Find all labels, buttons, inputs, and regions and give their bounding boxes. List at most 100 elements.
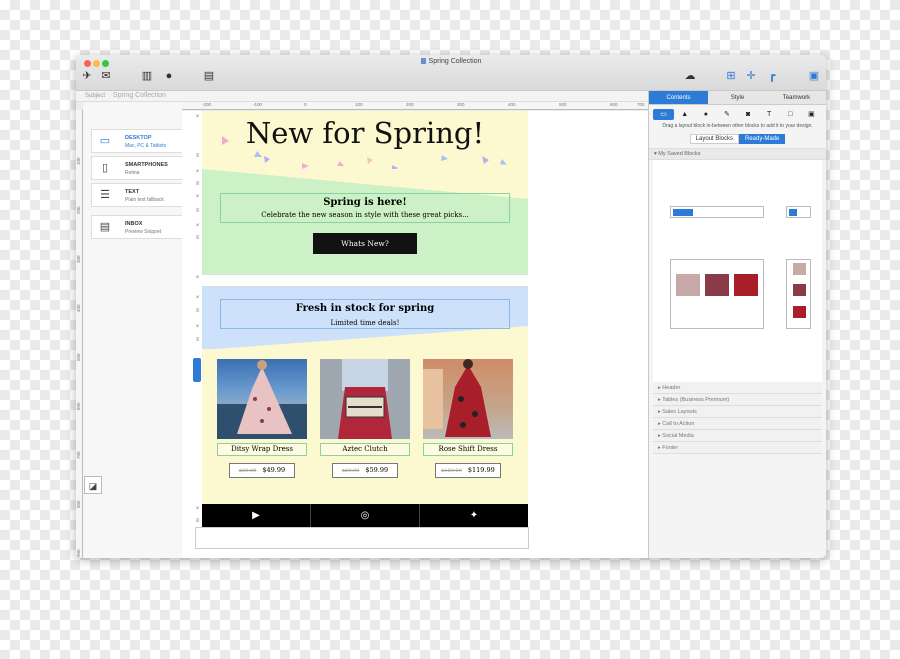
layout-icon[interactable]: ⊞ <box>723 69 739 83</box>
shape-icon[interactable]: ▲ <box>674 109 695 120</box>
row-close-icon[interactable]: × <box>194 295 201 302</box>
ruler-label: 200 <box>76 206 81 214</box>
row-close-icon[interactable]: × <box>194 324 201 331</box>
whats-new-button[interactable]: Whats New? <box>313 233 417 254</box>
saved-blocks-area <box>653 160 822 382</box>
check-icon[interactable]: ● <box>161 69 177 83</box>
old-price: $159.99 <box>441 468 462 474</box>
camera-icon[interactable]: ◙ <box>738 109 759 120</box>
category-item[interactable]: ▸ Social Media <box>653 430 822 442</box>
fresh-box[interactable]: Fresh in stock for spring Limited time d… <box>220 299 510 329</box>
category-item[interactable]: ▸ Header <box>653 382 822 394</box>
ready-made-button[interactable]: Ready-Made <box>739 134 786 144</box>
layout-block-icon[interactable]: ▭ <box>653 109 675 120</box>
saved-block-thumb[interactable] <box>670 206 764 218</box>
tab-contents[interactable]: Contents <box>649 91 708 104</box>
row-close-icon[interactable]: × <box>194 223 201 230</box>
device-inbox[interactable]: ▤ INBOX Preview Snippet <box>91 215 185 239</box>
saved-block-thumb[interactable] <box>670 259 764 329</box>
sidebar-icon[interactable]: ▣ <box>806 69 822 83</box>
row-close-icon[interactable]: × <box>194 169 201 176</box>
product-price[interactable]: $69.99 $59.99 <box>332 463 398 478</box>
tab-teamwork[interactable]: Teamwork <box>767 91 826 104</box>
spring-title[interactable]: Spring is here! <box>221 197 509 208</box>
category-item[interactable]: ▸ Footer <box>653 442 822 454</box>
canvas-corner-icon[interactable]: ◪ <box>84 476 102 494</box>
box-icon[interactable]: □ <box>780 109 801 120</box>
fresh-subtitle[interactable]: Limited time deals! <box>221 319 509 327</box>
youtube-icon[interactable]: ▶ <box>202 504 311 527</box>
row-drag-icon[interactable]: ≡ <box>194 308 201 315</box>
row-close-icon[interactable]: × <box>194 114 201 121</box>
row-drag-icon[interactable]: ≡ <box>194 518 201 525</box>
spring-subtitle[interactable]: Celebrate the new season in style with t… <box>221 211 509 219</box>
row-drag-icon[interactable]: ≡ <box>194 181 201 188</box>
device-smartphones[interactable]: ▯ SMARTPHONES Retina <box>91 156 185 180</box>
row-drag-icon[interactable]: ≡ <box>194 337 201 344</box>
category-item[interactable]: ▸ Sales Layouts <box>653 406 822 418</box>
corner-icon[interactable]: ┏ <box>764 69 780 83</box>
row-close-icon[interactable]: × <box>194 506 201 513</box>
move-icon[interactable]: ✛ <box>743 69 759 83</box>
device-desktop[interactable]: ▭ DESKTOP Mac, PC & Tablets <box>91 129 185 153</box>
old-price: $69.99 <box>341 468 360 474</box>
device-sub: Preview Snippet <box>125 229 162 235</box>
row-close-icon[interactable]: × <box>194 194 201 201</box>
brush-icon[interactable]: ✎ <box>716 109 737 120</box>
block-drag-handle[interactable] <box>193 358 201 382</box>
fresh-title[interactable]: Fresh in stock for spring <box>221 303 509 314</box>
subject-field[interactable]: Spring Collection <box>113 92 166 99</box>
category-label: Sales Layouts <box>662 409 697 415</box>
tab-style[interactable]: Style <box>708 91 767 104</box>
product-name[interactable]: Rose Shift Dress <box>423 443 513 456</box>
image-icon[interactable]: ▣ <box>801 109 822 120</box>
product-price[interactable]: $69.99 $49.99 <box>229 463 295 478</box>
product-image[interactable] <box>423 359 513 439</box>
category-item[interactable]: ▸ Tables (Business Premium) <box>653 394 822 406</box>
saved-block-thumb[interactable] <box>786 259 811 329</box>
logo-icon[interactable]: ✈ <box>79 69 95 83</box>
text-icon[interactable]: T <box>759 109 780 120</box>
footer-block[interactable] <box>195 527 529 549</box>
product-price[interactable]: $159.99 $119.99 <box>435 463 501 478</box>
product-image[interactable] <box>320 359 410 439</box>
campaign-icon[interactable]: ✉ <box>98 69 114 83</box>
chat-icon[interactable]: ▤ <box>201 69 217 83</box>
category-label: Call to Action <box>662 421 695 427</box>
instagram-icon[interactable]: ◎ <box>311 504 420 527</box>
product-card[interactable]: Ditsy Wrap Dress $69.99 $49.99 <box>217 359 307 478</box>
saved-blocks-header[interactable]: ▾ My Saved Blocks <box>649 148 826 160</box>
product-name[interactable]: Aztec Clutch <box>320 443 410 456</box>
device-name: TEXT <box>125 189 140 195</box>
device-name: DESKTOP <box>125 135 152 141</box>
twitter-icon[interactable]: ✦ <box>420 504 528 527</box>
saved-blocks-label: My Saved Blocks <box>658 151 701 157</box>
social-block[interactable]: ▶ ◎ ✦ <box>202 504 528 527</box>
row-drag-icon[interactable]: ≡ <box>194 153 201 160</box>
phone-icon: ▯ <box>101 162 109 174</box>
cloud-icon[interactable]: ☁ <box>682 69 698 83</box>
category-list: ▸ Header ▸ Tables (Business Premium) ▸ S… <box>653 382 822 454</box>
ruler-label: 200 <box>406 102 414 107</box>
device-text[interactable]: ☰ TEXT Plain text fallback <box>91 183 185 207</box>
vertical-ruler: 100 200 300 400 500 600 700 800 900 <box>76 110 83 558</box>
document-icon <box>420 58 426 64</box>
category-item[interactable]: ▸ Call to Action <box>653 418 822 430</box>
email-canvas[interactable]: New for Spring! Spring is here! Celebrat… <box>182 111 648 558</box>
devices-icon[interactable]: ▥ <box>139 69 155 83</box>
product-name[interactable]: Ditsy Wrap Dress <box>217 443 307 456</box>
product-card[interactable]: Rose Shift Dress $159.99 $119.99 <box>423 359 513 478</box>
product-image[interactable] <box>217 359 307 439</box>
row-drag-icon[interactable]: ≡ <box>194 235 201 242</box>
ruler-label: 600 <box>76 402 81 410</box>
products-block[interactable]: Ditsy Wrap Dress $69.99 $49.99 Aztec Clut… <box>202 349 528 504</box>
row-drag-icon[interactable]: ≡ <box>194 208 201 215</box>
product-card[interactable]: Aztec Clutch $69.99 $59.99 <box>320 359 410 478</box>
spring-here-box[interactable]: Spring is here! Celebrate the new season… <box>220 193 510 223</box>
layout-blocks-button[interactable]: Layout Blocks <box>689 134 739 144</box>
circle-icon[interactable]: ● <box>695 109 716 120</box>
spacer-block[interactable] <box>202 274 528 287</box>
laptop-icon: ▭ <box>99 135 111 147</box>
row-close-icon[interactable]: × <box>194 275 201 282</box>
saved-block-thumb[interactable] <box>786 206 811 218</box>
